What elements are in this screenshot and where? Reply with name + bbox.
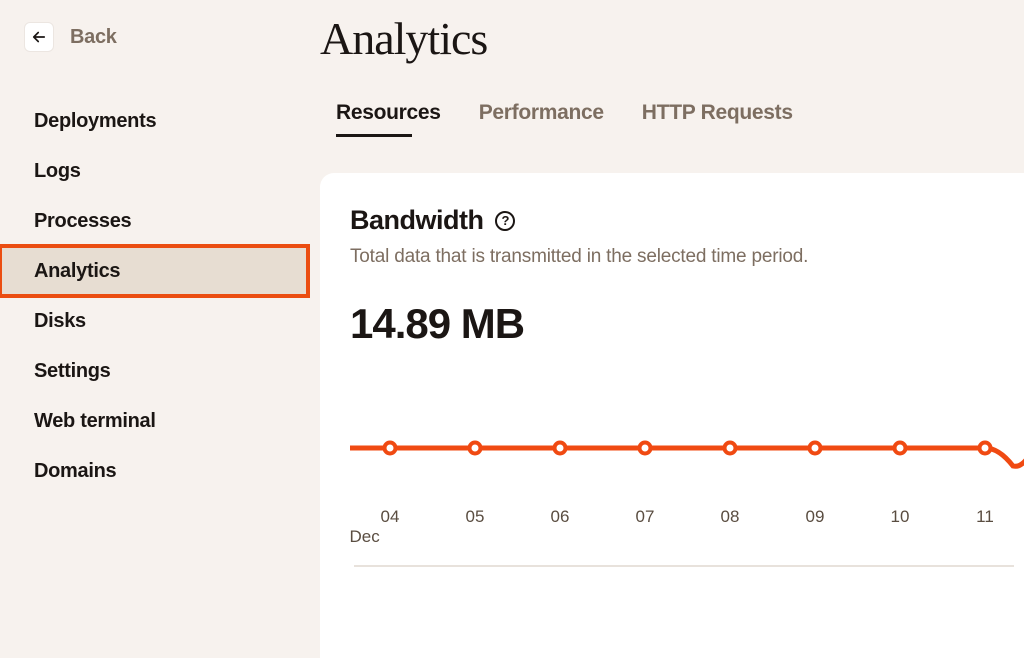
sidebar-item-label: Domains	[34, 460, 116, 483]
back-button[interactable]	[24, 22, 54, 52]
x-tick: 06	[518, 507, 603, 547]
tabs: Resources Performance HTTP Requests	[320, 101, 1024, 135]
sidebar-item-label: Analytics	[34, 260, 120, 283]
tab-performance[interactable]: Performance	[479, 101, 604, 135]
card-description: Total data that is transmitted in the se…	[350, 246, 1024, 268]
sidebar-item-label: Settings	[34, 360, 111, 383]
sidebar-item-settings[interactable]: Settings	[0, 346, 308, 396]
x-tick: 09	[773, 507, 858, 547]
divider	[354, 565, 1014, 567]
x-tick: 10	[858, 507, 943, 547]
chart-point	[980, 443, 991, 454]
tab-resources[interactable]: Resources	[336, 101, 441, 135]
sidebar-item-analytics[interactable]: Analytics	[0, 246, 308, 296]
page-title: Analytics	[320, 12, 1024, 65]
chart-point	[640, 443, 651, 454]
tab-http-requests[interactable]: HTTP Requests	[642, 101, 793, 135]
bandwidth-total: 14.89 MB	[350, 300, 1024, 348]
sidebar-nav: Deployments Logs Processes Analytics Disks Se…	[0, 96, 308, 496]
sidebar-item-web-terminal[interactable]: Web terminal	[0, 396, 308, 446]
sidebar-item-deployments[interactable]: Deployments	[0, 96, 308, 146]
chart-point	[895, 443, 906, 454]
x-tick: 08	[688, 507, 773, 547]
chart-point	[470, 443, 481, 454]
sidebar-item-label: Web terminal	[34, 410, 156, 433]
sidebar-item-processes[interactable]: Processes	[0, 196, 308, 246]
x-tick: 05	[433, 507, 518, 547]
bandwidth-chart: 04Dec05060708091011	[350, 428, 1024, 547]
x-tick: 07	[603, 507, 688, 547]
sidebar-item-label: Deployments	[34, 110, 156, 133]
chart-point	[725, 443, 736, 454]
sidebar-item-logs[interactable]: Logs	[0, 146, 308, 196]
sidebar-item-label: Processes	[34, 210, 131, 233]
help-icon[interactable]: ?	[495, 211, 515, 231]
x-tick: 04Dec	[348, 507, 433, 547]
chart-line	[350, 428, 1024, 466]
back-label: Back	[70, 26, 117, 49]
x-tick: 11	[943, 507, 1024, 547]
sidebar-item-disks[interactable]: Disks	[0, 296, 308, 346]
x-axis-labels: 04Dec05060708091011	[350, 507, 1024, 547]
sidebar-item-label: Logs	[34, 160, 81, 183]
bandwidth-card: Bandwidth ? Total data that is transmitt…	[320, 173, 1024, 658]
chart-point	[810, 443, 821, 454]
arrow-left-icon	[30, 28, 48, 46]
card-title: Bandwidth	[350, 205, 483, 236]
sidebar-item-label: Disks	[34, 310, 86, 333]
sidebar-item-domains[interactable]: Domains	[0, 446, 308, 496]
chart-point	[385, 443, 396, 454]
chart-point	[555, 443, 566, 454]
